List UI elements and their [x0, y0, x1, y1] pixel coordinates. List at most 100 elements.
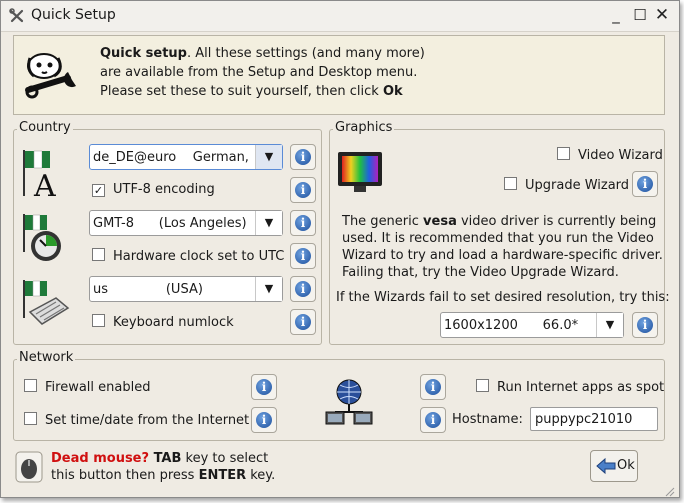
- keyboard-value: us (USA): [93, 282, 203, 297]
- mouse-icon: [15, 451, 43, 483]
- graphics-info-button[interactable]: i: [632, 171, 658, 197]
- hostname-info-button[interactable]: i: [420, 407, 446, 433]
- hostname-value: puppypc21010: [535, 412, 633, 427]
- info-icon: i: [425, 412, 441, 428]
- utf8-info-button[interactable]: i: [290, 177, 316, 203]
- desc-rest: video driver is currently being: [456, 214, 657, 229]
- hint-line1: key to select: [181, 451, 269, 466]
- resize-grip-icon[interactable]: [663, 485, 675, 497]
- hint-line2: this button then press: [51, 468, 199, 483]
- info-icon: i: [295, 314, 311, 330]
- graphics-description: The generic vesa video driver is current…: [342, 213, 663, 281]
- enter-key: ENTER: [198, 468, 247, 483]
- minimize-icon[interactable]: _: [607, 6, 625, 24]
- ok-button[interactable]: Ok: [590, 450, 638, 482]
- chevron-down-icon[interactable]: ▼: [255, 277, 282, 301]
- checkbox-box[interactable]: [504, 177, 517, 190]
- checkbox-box[interactable]: [557, 147, 570, 160]
- timezone-select[interactable]: GMT-8 (Los Angeles) ▼: [89, 210, 283, 236]
- spot-label: Run Internet apps as spot: [497, 380, 665, 395]
- close-icon[interactable]: ✕: [653, 6, 671, 24]
- desc-pre: The generic: [342, 214, 424, 229]
- network-title: Network: [17, 350, 76, 365]
- locale-select[interactable]: de_DE@euro German, Germany ▼: [89, 144, 283, 170]
- hostname-label: Hostname:: [452, 412, 523, 427]
- hwclock-label: Hardware clock set to UTC: [113, 249, 285, 264]
- upgrade-wizard-checkbox[interactable]: Upgrade Wizard: [504, 177, 629, 193]
- numlock-checkbox[interactable]: Keyboard numlock: [92, 314, 234, 330]
- checkbox-box[interactable]: [24, 379, 37, 392]
- info-icon: i: [295, 248, 311, 264]
- checkbox-box[interactable]: [92, 314, 105, 327]
- banner-line1: . All these settings (and many more): [186, 46, 425, 61]
- hostname-input[interactable]: puppypc21010: [530, 407, 658, 431]
- hwclock-info-button[interactable]: i: [290, 243, 316, 269]
- chevron-down-icon[interactable]: ▼: [255, 211, 282, 235]
- fallback-label: If the Wizards fail to set desired resol…: [336, 290, 670, 305]
- network-group: Network Firewall enabled i Set time/date…: [13, 350, 665, 441]
- desc-line2: used. It is recommended that you run the…: [342, 231, 654, 246]
- checkbox-box[interactable]: [476, 379, 489, 392]
- banner-line2: are available from the Setup and Desktop…: [100, 65, 418, 80]
- tools-icon: [9, 8, 24, 23]
- firewall-info-button[interactable]: i: [251, 374, 277, 400]
- keyboard-flag-icon: [23, 280, 70, 325]
- monitor-icon: [338, 152, 382, 192]
- info-icon: i: [425, 379, 441, 395]
- resolution-value: 1600x1200 66.0*: [444, 318, 579, 333]
- keyboard-select[interactable]: us (USA) ▼: [89, 276, 283, 302]
- banner-ok-word: Ok: [382, 84, 403, 99]
- banner-title: Quick setup: [100, 46, 187, 61]
- banner-line3: Please set these to suit yourself, then …: [100, 84, 383, 99]
- desc-line4: Failing that, try the Video Upgrade Wiza…: [342, 265, 619, 280]
- desc-line3: Wizard to try and load a hardware-specif…: [342, 248, 663, 263]
- info-icon: i: [637, 176, 653, 192]
- info-icon: i: [295, 281, 311, 297]
- locale-info-button[interactable]: i: [290, 144, 316, 170]
- checkbox-box[interactable]: [24, 412, 37, 425]
- intro-banner: Quick setup. All these settings (and man…: [13, 35, 665, 115]
- graphics-group: Graphics Video Wizard Upgrade Wizard i T…: [329, 120, 670, 345]
- ok-label: Ok: [617, 458, 635, 473]
- upgrade-wizard-label: Upgrade Wizard: [525, 178, 630, 193]
- keyboard-info-button[interactable]: i: [290, 276, 316, 302]
- spot-checkbox[interactable]: Run Internet apps as spot: [476, 379, 664, 395]
- info-icon: i: [295, 149, 311, 165]
- graphics-title: Graphics: [333, 120, 395, 135]
- video-wizard-label: Video Wizard: [578, 148, 663, 163]
- resolution-info-button[interactable]: i: [632, 312, 658, 338]
- timezone-info-button[interactable]: i: [290, 210, 316, 236]
- dead-mouse-label: Dead mouse?: [51, 451, 150, 466]
- firewall-checkbox[interactable]: Firewall enabled: [24, 379, 150, 395]
- svg-text:A: A: [33, 169, 56, 200]
- quick-setup-window: Quick Setup _ ☐ ✕ Quick setup. All these…: [0, 0, 680, 498]
- chevron-down-icon[interactable]: ▼: [596, 313, 623, 337]
- numlock-info-button[interactable]: i: [290, 309, 316, 335]
- utf8-checkbox[interactable]: ✓ UTF-8 encoding: [92, 182, 215, 197]
- network-globe-icon: [325, 379, 373, 425]
- chevron-down-icon[interactable]: ▼: [255, 145, 282, 169]
- tab-key: TAB: [149, 451, 182, 466]
- hwclock-checkbox[interactable]: Hardware clock set to UTC: [92, 248, 284, 264]
- timedate-checkbox[interactable]: Set time/date from the Internet: [24, 412, 249, 428]
- timezone-value: GMT-8 (Los Angeles): [93, 216, 247, 231]
- dead-mouse-hint: Dead mouse? TAB key to select this butto…: [51, 450, 275, 484]
- locale-value: de_DE@euro German, Germany: [93, 150, 249, 165]
- country-group: Country A de_DE@euro German, Germany ▼ i…: [13, 120, 322, 345]
- video-wizard-checkbox[interactable]: Video Wizard: [557, 147, 663, 163]
- desc-driver: vesa: [423, 214, 457, 229]
- puppy-wrench-icon: [25, 53, 76, 99]
- banner-text: Quick setup. All these settings (and man…: [100, 44, 425, 101]
- checkbox-box[interactable]: [92, 248, 105, 261]
- title-bar[interactable]: Quick Setup _ ☐ ✕: [1, 1, 679, 32]
- utf8-label: UTF-8 encoding: [113, 182, 215, 197]
- timedate-info-button[interactable]: i: [251, 407, 277, 433]
- spot-info-button[interactable]: i: [420, 374, 446, 400]
- info-icon: i: [256, 412, 272, 428]
- resolution-select[interactable]: 1600x1200 66.0* ▼: [440, 312, 624, 338]
- info-icon: i: [295, 215, 311, 231]
- locale-flag-icon: A: [23, 150, 56, 200]
- maximize-icon[interactable]: ☐: [631, 6, 649, 24]
- firewall-label: Firewall enabled: [45, 380, 151, 395]
- checkbox-box[interactable]: ✓: [92, 184, 105, 197]
